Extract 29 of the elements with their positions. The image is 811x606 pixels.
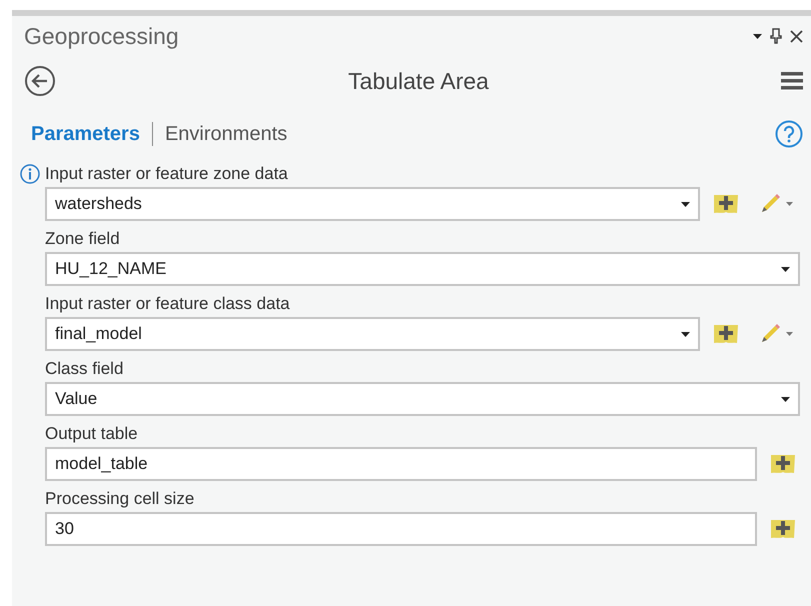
pin-icon[interactable] [770, 28, 782, 44]
dropdown-field[interactable]: Value [45, 382, 800, 416]
dropdown-field[interactable]: watersheds [45, 187, 700, 221]
dropdown-caret-icon [681, 332, 690, 336]
parameter-label: Class field [45, 358, 124, 380]
back-icon[interactable] [24, 65, 56, 97]
caret-icon [786, 332, 793, 336]
caret-icon [786, 202, 793, 206]
tab[interactable]: Parameters [31, 119, 140, 149]
info-icon[interactable] [20, 164, 40, 184]
input-field[interactable]: 30 [45, 512, 757, 546]
menu-icon[interactable] [780, 71, 803, 91]
dropdown-caret-icon [681, 202, 690, 206]
parameter-label: Zone field [45, 228, 120, 250]
input-field[interactable]: model_table [45, 447, 757, 481]
parameter-label: Input raster or feature zone data [45, 162, 288, 185]
parameter-label: Input raster or feature class data [45, 292, 290, 315]
dropdown-field[interactable]: final_model [45, 317, 700, 351]
tab[interactable]: Environments [164, 119, 288, 149]
tool-title: Tabulate Area [348, 66, 489, 96]
dropdown-field[interactable]: HU_12_NAME [45, 252, 800, 286]
close-icon[interactable] [790, 30, 803, 42]
help-icon[interactable] [775, 120, 803, 148]
parameter-label: Processing cell size [45, 488, 194, 510]
dropdown-caret-icon [781, 266, 790, 272]
dropdown-caret-icon [781, 396, 790, 402]
parameter-label: Output table [45, 422, 138, 445]
pane-title: Geoprocessing [24, 22, 179, 51]
pane-menu-icon [753, 34, 762, 38]
